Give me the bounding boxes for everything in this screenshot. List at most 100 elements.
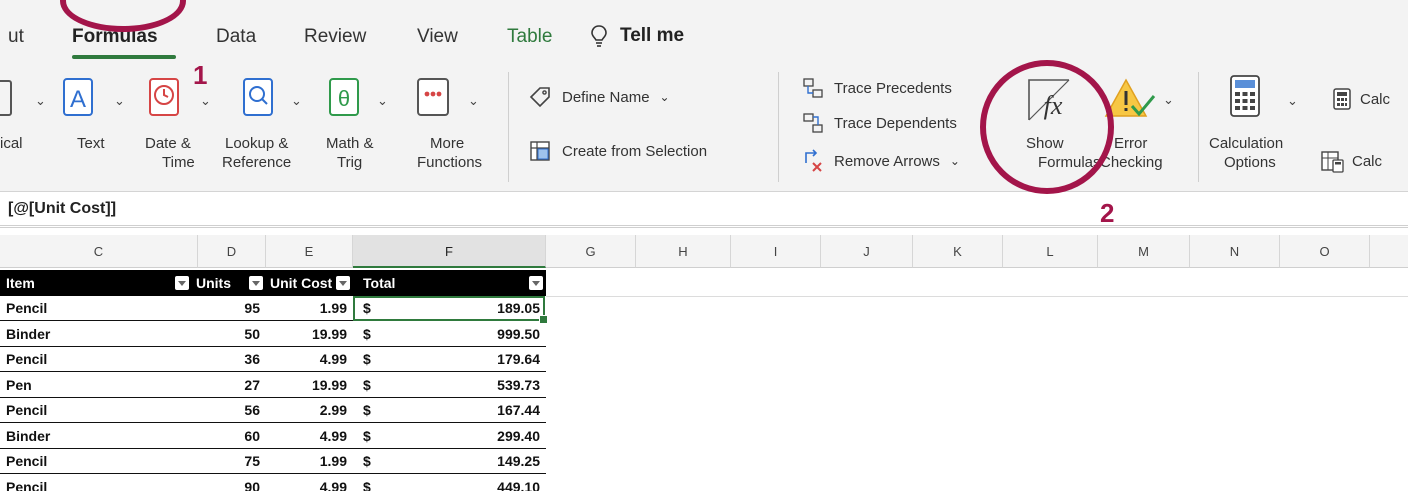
create-from-selection-button[interactable]: Create from Selection (528, 139, 707, 163)
cell-currency[interactable]: $ (353, 347, 393, 372)
cell-unit-cost[interactable]: 1.99 (266, 296, 353, 321)
trace-precedents-label: Trace Precedents (834, 79, 952, 97)
create-from-selection-label: Create from Selection (562, 142, 708, 160)
math-label-2: Trig (337, 154, 363, 171)
tell-me-search[interactable]: Tell me (590, 24, 684, 48)
formulas-ribbon: ⌄ ical A ⌄ Text ⌄ Date & Time ⌄ Lookup &… (0, 62, 1408, 192)
cell-total[interactable]: 179.64 (393, 347, 546, 372)
cell-unit-cost[interactable]: 19.99 (266, 322, 353, 347)
cell-item[interactable]: Pencil (0, 398, 192, 423)
formula-bar-content[interactable]: [@[Unit Cost]] (8, 200, 116, 218)
cell-unit-cost[interactable]: 2.99 (266, 398, 353, 423)
cell-units[interactable]: 60 (192, 424, 266, 449)
annotation-step-2: 2 (1100, 198, 1115, 228)
cell-item[interactable]: Pencil (0, 347, 192, 372)
text-functions-button[interactable]: A ⌄ Text (62, 62, 132, 192)
filter-dropdown-icon[interactable] (529, 276, 543, 290)
cell-total[interactable]: 149.25 (393, 449, 546, 474)
tab-data[interactable]: Data (216, 26, 256, 48)
cell-item[interactable]: Pencil (0, 296, 192, 321)
column-header-f[interactable]: F (353, 235, 546, 268)
cell-item[interactable]: Binder (0, 322, 192, 347)
ribbon-tab-bar: ut Formulas Data Review View Table Tell … (0, 0, 1408, 62)
tab-review[interactable]: Review (304, 26, 366, 48)
ribbon-separator (508, 72, 509, 182)
tab-layout[interactable]: ut (8, 26, 24, 48)
text-function-icon: A (63, 78, 93, 116)
column-header-d[interactable]: D (198, 235, 266, 268)
chevron-down-icon: ⌄ (35, 93, 46, 108)
cell-currency[interactable]: $ (353, 373, 393, 398)
cell-unit-cost[interactable]: 4.99 (266, 424, 353, 449)
cell-unit-cost[interactable]: 4.99 (266, 347, 353, 372)
more-functions-label-1: More (430, 135, 465, 152)
calculate-now-button[interactable]: Calc (1330, 87, 1390, 111)
trace-dependents-button[interactable]: Trace Dependents (802, 112, 957, 134)
cell-total[interactable]: 167.44 (393, 398, 546, 423)
cell-total[interactable]: 539.73 (393, 373, 546, 398)
cell-item[interactable]: Pen (0, 373, 192, 398)
column-header-g[interactable]: G (546, 235, 636, 268)
cell-total[interactable]: 999.50 (393, 322, 546, 347)
logical-icon (0, 80, 12, 116)
formula-bar[interactable]: [@[Unit Cost]] (0, 192, 1408, 228)
error-checking-label-1: Error (1114, 135, 1148, 152)
tab-view[interactable]: View (417, 26, 458, 48)
math-trig-button[interactable]: θ ⌄ Math & Trig (320, 62, 395, 192)
column-header-p[interactable] (1370, 235, 1408, 268)
calculation-options-button[interactable]: ⌄ Calculation Options (1207, 62, 1307, 192)
cell-units[interactable]: 27 (192, 373, 266, 398)
remove-arrows-icon (805, 149, 822, 172)
table-header-unit-cost[interactable]: Unit Cost (266, 270, 353, 296)
define-name-button[interactable]: Define Name ⌄ (528, 85, 670, 109)
cell-units[interactable]: 90 (192, 475, 266, 491)
tab-table[interactable]: Table (507, 26, 552, 48)
cell-item[interactable]: Pencil (0, 449, 192, 474)
filter-dropdown-icon[interactable] (249, 276, 263, 290)
cell-currency[interactable]: $ (353, 449, 393, 474)
column-header-j[interactable]: J (821, 235, 913, 268)
column-header-i[interactable]: I (731, 235, 821, 268)
table-header-total[interactable]: Total (353, 270, 546, 296)
cell-unit-cost[interactable]: 4.99 (266, 475, 353, 491)
cell-currency[interactable]: $ (353, 475, 393, 491)
trace-precedents-button[interactable]: Trace Precedents (802, 77, 952, 99)
cell-units[interactable]: 56 (192, 398, 266, 423)
filter-dropdown-icon[interactable] (336, 276, 350, 290)
cell-units[interactable]: 75 (192, 449, 266, 474)
column-header-e[interactable]: E (266, 235, 353, 268)
cell-unit-cost[interactable]: 19.99 (266, 373, 353, 398)
cell-currency[interactable]: $ (353, 398, 393, 423)
filter-dropdown-icon[interactable] (175, 276, 189, 290)
chevron-down-icon: ⌄ (200, 93, 211, 108)
cell-units[interactable]: 36 (192, 347, 266, 372)
column-header-n[interactable]: N (1190, 235, 1280, 268)
table-header-units[interactable]: Units (192, 270, 266, 296)
column-header-k[interactable]: K (913, 235, 1003, 268)
column-header-h[interactable]: H (636, 235, 731, 268)
remove-arrows-button[interactable]: Remove Arrows ⌄ (802, 149, 960, 173)
chevron-down-icon: ⌄ (1163, 92, 1174, 107)
calculate-sheet-button[interactable]: Calc (1320, 148, 1382, 174)
logical-button[interactable]: ⌄ ical (0, 62, 55, 192)
column-header-l[interactable]: L (1003, 235, 1098, 268)
lookup-reference-button[interactable]: ⌄ Lookup & Reference (222, 62, 312, 192)
cell-units[interactable]: 50 (192, 322, 266, 347)
cell-item[interactable]: Binder (0, 424, 192, 449)
cell-currency[interactable]: $ (353, 322, 393, 347)
column-header-o[interactable]: O (1280, 235, 1370, 268)
table-header-item[interactable]: Item (0, 270, 192, 296)
cell-unit-cost[interactable]: 1.99 (266, 449, 353, 474)
cell-item[interactable]: Pencil (0, 475, 192, 491)
column-header-m[interactable]: M (1098, 235, 1190, 268)
column-header-c[interactable]: C (0, 235, 198, 268)
active-cell-selection[interactable] (353, 296, 548, 324)
cell-total[interactable]: 449.10 (393, 475, 546, 491)
calculator-icon (1230, 75, 1260, 117)
more-functions-button[interactable]: ⌄ More Functions (412, 62, 492, 192)
calculate-sheet-label: Calc (1352, 152, 1383, 170)
cell-total[interactable]: 299.40 (393, 424, 546, 449)
ribbon-separator (1198, 72, 1199, 182)
cell-currency[interactable]: $ (353, 424, 393, 449)
cell-units[interactable]: 95 (192, 296, 266, 321)
